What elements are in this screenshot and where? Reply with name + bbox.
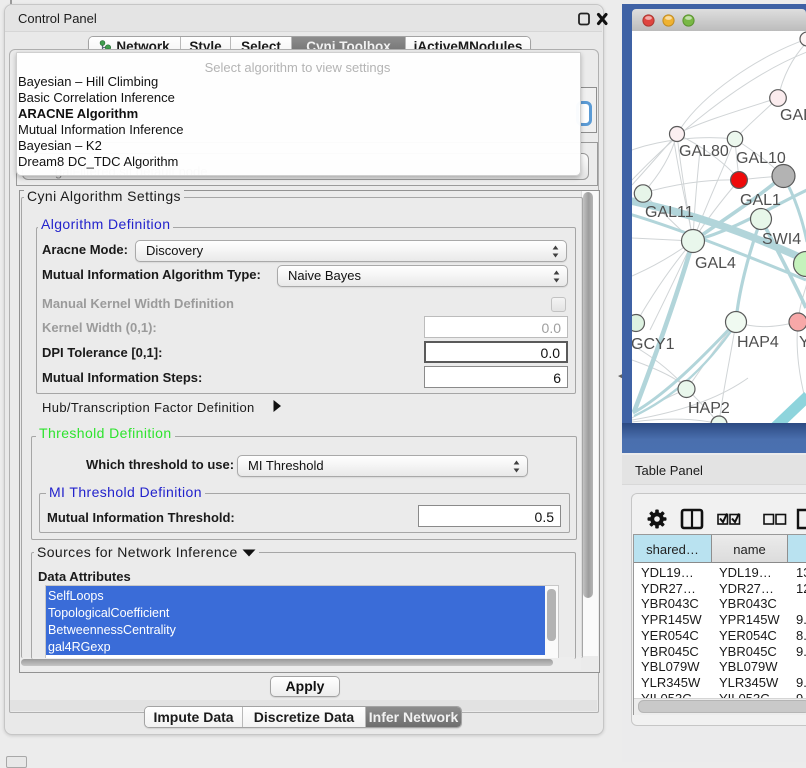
svg-text:GAL10: GAL10 — [736, 150, 786, 167]
svg-text:SWI4: SWI4 — [762, 231, 801, 248]
svg-text:GAL7: GAL7 — [780, 107, 806, 124]
svg-text:Y: Y — [799, 334, 806, 351]
svg-text:GAL80: GAL80 — [679, 143, 729, 160]
svg-text:GCY1: GCY1 — [632, 336, 675, 353]
svg-text:GAL4: GAL4 — [695, 255, 736, 272]
svg-text:HAP4: HAP4 — [737, 334, 779, 351]
svg-text:HAP2: HAP2 — [688, 400, 730, 417]
svg-text:GAL11: GAL11 — [645, 204, 694, 221]
svg-text:GAL1: GAL1 — [740, 192, 781, 209]
